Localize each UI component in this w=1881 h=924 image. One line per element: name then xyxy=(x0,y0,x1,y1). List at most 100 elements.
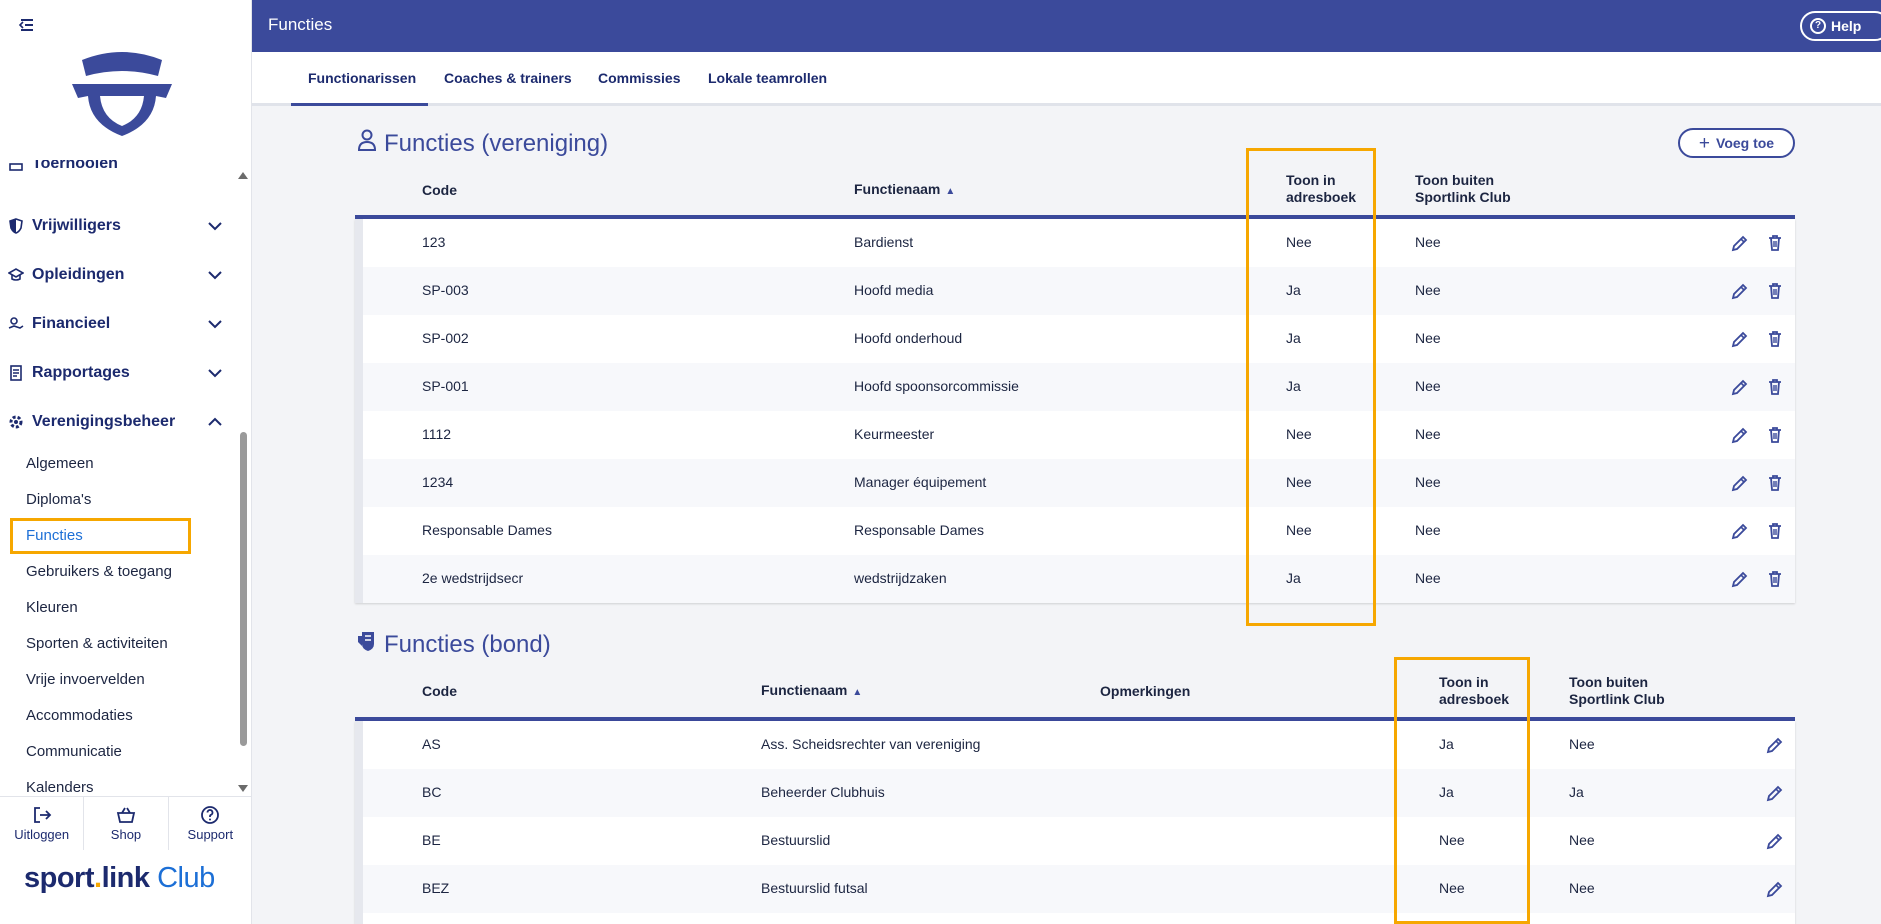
chevron-down-icon xyxy=(208,369,222,378)
col-header-functienaam[interactable]: Functienaam ▲ xyxy=(761,682,862,701)
table-row: SP-003 Hoofd media Ja Nee xyxy=(363,267,1795,315)
shop-button[interactable]: Shop xyxy=(84,797,169,850)
edit-pencil-icon[interactable] xyxy=(1730,233,1750,253)
table-header: Code Functienaam ▲ Opmerkingen Toon in adr… xyxy=(355,655,1795,721)
delete-trash-icon[interactable] xyxy=(1765,473,1785,493)
sidebar-scrollbar[interactable] xyxy=(238,172,248,792)
chevron-down-icon xyxy=(208,222,222,231)
active-item-highlight xyxy=(10,518,191,554)
cell-functienaam: Hoofd onderhoud xyxy=(854,330,963,346)
cell-toon-buiten: Nee xyxy=(1415,426,1441,442)
scroll-down-arrow[interactable] xyxy=(238,785,248,792)
sidebar-item-sporten-activiteiten[interactable]: Sporten & activiteiten xyxy=(26,625,168,661)
table-body: AS Ass. Scheidsrechter van vereniging Ja Ne… xyxy=(355,721,1795,924)
active-tab-indicator xyxy=(291,103,428,106)
table-row: SP-002 Hoofd onderhoud Ja Nee xyxy=(363,315,1795,363)
cell-code: SP-001 xyxy=(422,378,469,394)
table-row: BEZ Bestuurslid futsal Nee Nee xyxy=(363,865,1795,913)
col-header-code[interactable]: Code xyxy=(422,683,457,700)
chevron-up-icon xyxy=(208,417,222,426)
col-header-toon-buiten[interactable]: Toon buiten Sportlink Club xyxy=(1569,674,1665,708)
cell-toon-buiten: Nee xyxy=(1415,474,1441,490)
sidebar-item-kleuren[interactable]: Kleuren xyxy=(26,589,78,625)
sidebar-group-financieel[interactable]: Financieel xyxy=(0,300,236,348)
cell-functienaam: Hoofd media xyxy=(854,282,934,298)
chevron-down-icon xyxy=(208,320,222,329)
cell-functienaam: Bardienst xyxy=(854,234,914,250)
col-header-opmerkingen[interactable]: Opmerkingen xyxy=(1100,683,1190,700)
support-button[interactable]: Support xyxy=(169,797,251,850)
sidebar-group-label: Financieel xyxy=(32,315,111,332)
highlight-box-adresboek-bond xyxy=(1394,657,1530,924)
sidebar-group-label: Opleidingen xyxy=(32,266,125,283)
scroll-up-arrow[interactable] xyxy=(238,172,248,179)
table-row: 123 Bardienst Nee Nee xyxy=(363,219,1795,267)
cell-functienaam: Manager équipement xyxy=(854,474,987,490)
edit-pencil-icon[interactable] xyxy=(1730,377,1750,397)
sidebar-item-diplomas[interactable]: Diploma's xyxy=(26,481,91,517)
col-header-functienaam[interactable]: Functienaam ▲ xyxy=(854,181,955,200)
table-row: BC Beheerder Clubhuis Ja Ja xyxy=(363,769,1795,817)
table-row: Responsable Dames Responsable Dames Nee Nee xyxy=(363,507,1795,555)
delete-trash-icon[interactable] xyxy=(1765,377,1785,397)
logout-button[interactable]: Uitloggen xyxy=(0,797,85,850)
tab-coaches-trainers[interactable]: Coaches & trainers xyxy=(444,70,572,86)
sidebar-footer: Uitloggen Shop Support xyxy=(0,796,251,850)
delete-trash-icon[interactable] xyxy=(1765,425,1785,445)
delete-trash-icon[interactable] xyxy=(1765,281,1785,301)
tab-commissies[interactable]: Commissies xyxy=(598,70,680,86)
col-header-toon-buiten[interactable]: Toon buiten Sportlink Club xyxy=(1415,172,1511,206)
cell-toon-buiten: Nee xyxy=(1415,522,1441,538)
edit-pencil-icon[interactable] xyxy=(1730,521,1750,541)
cell-code: SP-002 xyxy=(422,330,469,346)
cell-code: BE xyxy=(422,832,441,848)
cell-toon-buiten: Nee xyxy=(1569,736,1595,752)
sort-asc-icon: ▲ xyxy=(945,186,956,197)
help-button[interactable]: ? Help xyxy=(1800,11,1881,41)
table-body: 123 Bardienst Nee Nee SP-003 Hoofd media Ja Nee… xyxy=(355,219,1795,603)
sidebar-item-communicatie[interactable]: Communicatie xyxy=(26,733,122,769)
cell-functienaam: Hoofd spoonsorcommissie xyxy=(854,378,1019,394)
sidebar-item-gebruikers-toegang[interactable]: Gebruikers & toegang xyxy=(26,553,172,589)
edit-pencil-icon[interactable] xyxy=(1730,281,1750,301)
sidebar-group-toernooien[interactable]: Toernooien xyxy=(0,160,236,188)
edit-pencil-icon[interactable] xyxy=(1765,735,1785,755)
edit-pencil-icon[interactable] xyxy=(1730,473,1750,493)
table-row: 1112 Keurmeester Nee Nee xyxy=(363,411,1795,459)
cell-functienaam: Beheerder Clubhuis xyxy=(761,784,885,800)
table-row: BE Bestuurslid Nee Nee xyxy=(363,817,1795,865)
sidebar-group-opleidingen[interactable]: Opleidingen xyxy=(0,251,236,299)
cell-functienaam: Responsable Dames xyxy=(854,522,984,538)
delete-trash-icon[interactable] xyxy=(1765,233,1785,253)
delete-trash-icon[interactable] xyxy=(1765,521,1785,541)
edit-pencil-icon[interactable] xyxy=(1730,425,1750,445)
delete-trash-icon[interactable] xyxy=(1765,569,1785,589)
tab-lokale-teamrollen[interactable]: Lokale teamrollen xyxy=(708,70,827,86)
delete-trash-icon[interactable] xyxy=(1765,329,1785,349)
sidebar-group-rapportages[interactable]: Rapportages xyxy=(0,349,236,397)
support-label: Support xyxy=(187,827,234,842)
scroll-thumb[interactable] xyxy=(240,432,247,746)
cell-code: 123 xyxy=(422,234,446,250)
sidebar-item-vrije-invoervelden[interactable]: Vrije invoervelden xyxy=(26,661,145,697)
edit-pencil-icon[interactable] xyxy=(1765,831,1785,851)
sidebar-group-vrijwilligers[interactable]: Vrijwilligers xyxy=(0,202,236,250)
edit-pencil-icon[interactable] xyxy=(1765,879,1785,899)
sidebar-group-label: Verenigingsbeheer xyxy=(32,413,176,430)
edit-pencil-icon[interactable] xyxy=(1730,569,1750,589)
cell-functienaam: Ass. Scheidsrechter van vereniging xyxy=(761,736,981,752)
edit-pencil-icon[interactable] xyxy=(1730,329,1750,349)
edit-pencil-icon[interactable] xyxy=(1765,783,1785,803)
collapse-sidebar-icon[interactable] xyxy=(16,16,38,38)
cell-functienaam: Bestuurslid xyxy=(761,832,831,848)
heart-shield-icon xyxy=(6,216,26,236)
sidebar-item-kalenders[interactable]: Kalenders xyxy=(26,769,94,796)
plus-icon: + xyxy=(1698,132,1711,154)
sportlink-club-logo: sport.link Club xyxy=(24,862,215,894)
tab-functionarissen[interactable]: Functionarissen xyxy=(308,70,416,86)
sidebar-item-algemeen[interactable]: Algemeen xyxy=(26,445,94,481)
sidebar-group-verenigingsbeheer[interactable]: Verenigingsbeheer xyxy=(0,398,236,446)
sidebar-item-accommodaties[interactable]: Accommodaties xyxy=(26,697,133,733)
report-icon xyxy=(6,363,26,383)
col-header-code[interactable]: Code xyxy=(422,182,457,199)
